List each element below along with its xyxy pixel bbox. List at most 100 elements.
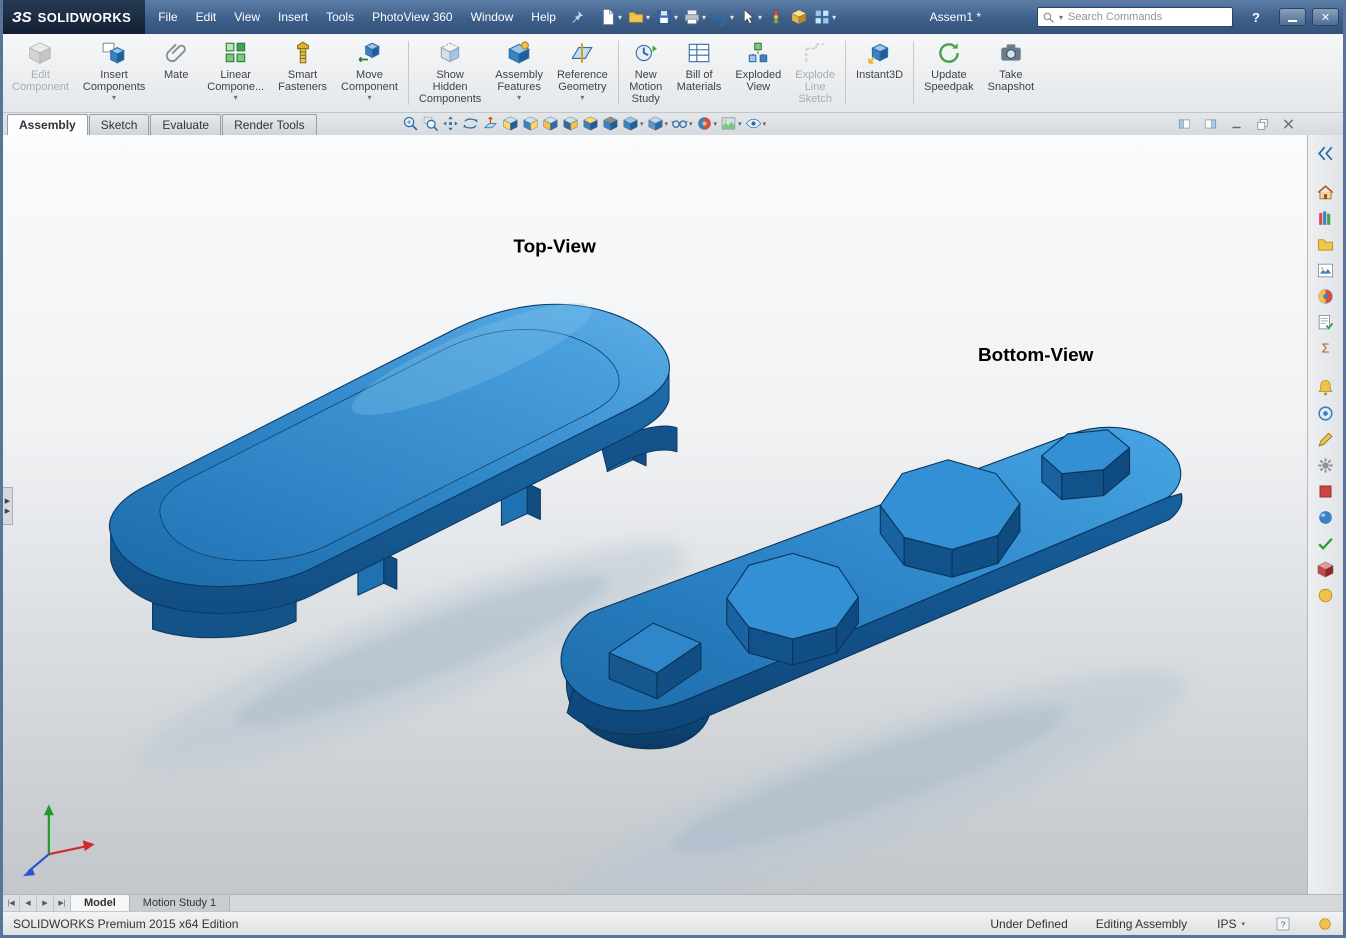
- dropdown-caret-icon[interactable]: ▾: [689, 120, 693, 128]
- double-arrow-left-button[interactable]: [1312, 141, 1340, 165]
- ribbon-button-show-hidden-components[interactable]: ShowHiddenComponents: [412, 36, 488, 110]
- home-button[interactable]: [1312, 180, 1340, 204]
- menu-window[interactable]: Window: [462, 0, 523, 34]
- undo-button[interactable]: ▾: [709, 7, 736, 27]
- menu-help[interactable]: Help: [522, 0, 565, 34]
- view-settings-grid-button[interactable]: ▾: [811, 7, 838, 27]
- search-input[interactable]: [1066, 9, 1228, 25]
- zoom-fit-button[interactable]: [401, 115, 420, 132]
- menu-edit[interactable]: Edit: [187, 0, 226, 34]
- ribbon-button-insert-components[interactable]: InsertComponents▾: [76, 36, 152, 110]
- pin-menu-icon[interactable]: [569, 9, 585, 25]
- minimize-window-button[interactable]: [1279, 8, 1306, 26]
- close-window-button[interactable]: ✕: [1312, 8, 1339, 26]
- dropdown-caret-icon[interactable]: ▾: [665, 120, 669, 128]
- units-selector[interactable]: IPS ▾: [1217, 917, 1245, 931]
- tab-motion-study-1[interactable]: Motion Study 1: [130, 895, 230, 911]
- design-library-button[interactable]: [1312, 206, 1340, 230]
- print-button[interactable]: ▾: [681, 7, 708, 27]
- dropdown-caret-icon[interactable]: ▾: [674, 13, 678, 22]
- close-doc-button[interactable]: [1280, 117, 1297, 131]
- menu-tools[interactable]: Tools: [317, 0, 363, 34]
- dropdown-caret-icon[interactable]: ▾: [763, 120, 767, 128]
- sphere-blue-button[interactable]: [1312, 505, 1340, 529]
- restore-doc-button[interactable]: [1254, 117, 1271, 131]
- appearances-button[interactable]: [1312, 284, 1340, 308]
- tab-render-tools[interactable]: Render Tools: [222, 114, 317, 135]
- dropdown-caret-icon[interactable]: ▾: [640, 120, 644, 128]
- ribbon-button-update-speedpak[interactable]: UpdateSpeedpak: [917, 36, 981, 110]
- pane-left-button[interactable]: [1176, 117, 1193, 131]
- view-settings-button[interactable]: ▾: [744, 115, 768, 132]
- normal-to-button[interactable]: [481, 115, 500, 132]
- rebuild-stoplight-button[interactable]: [765, 7, 787, 27]
- zoom-area-button[interactable]: [421, 115, 440, 132]
- 3d-scene[interactable]: Top-View Bottom-View: [3, 135, 1307, 894]
- dropdown-caret-icon[interactable]: ▾: [234, 94, 238, 102]
- view-back-button[interactable]: [521, 115, 540, 132]
- dropdown-caret-icon[interactable]: ▾: [738, 120, 742, 128]
- dropdown-caret-icon[interactable]: ▾: [112, 94, 116, 102]
- ribbon-button-bill-of-materials[interactable]: Bill ofMaterials: [670, 36, 729, 110]
- sigma-button[interactable]: Σ: [1312, 336, 1340, 360]
- help-box-icon[interactable]: ?: [1275, 916, 1291, 932]
- tab-evaluate[interactable]: Evaluate: [150, 114, 221, 135]
- dropdown-caret-icon[interactable]: ▾: [580, 94, 584, 102]
- yellow-ball-button[interactable]: [1312, 583, 1340, 607]
- custom-properties-button[interactable]: [1312, 310, 1340, 334]
- display-style-button[interactable]: ▾: [646, 115, 670, 132]
- ribbon-button-reference-geometry[interactable]: ReferenceGeometry▾: [550, 36, 615, 110]
- featuremanager-splitter[interactable]: ▶ ▶: [3, 487, 13, 525]
- pan-button[interactable]: [441, 115, 460, 132]
- view-bottom-button[interactable]: [601, 115, 620, 132]
- graphics-area[interactable]: Top-View Bottom-View ▶ ▶: [3, 135, 1307, 894]
- search-caret-icon[interactable]: ▾: [1059, 13, 1063, 22]
- view-right-button[interactable]: [561, 115, 580, 132]
- yellow-ball-icon[interactable]: [1317, 916, 1333, 932]
- rotate-view-button[interactable]: [461, 115, 480, 132]
- bell-button[interactable]: [1312, 375, 1340, 399]
- scroll-next-button[interactable]: ▶: [37, 895, 54, 911]
- dropdown-caret-icon[interactable]: ▾: [517, 94, 521, 102]
- ribbon-button-take-snapshot[interactable]: TakeSnapshot: [981, 36, 1041, 110]
- menu-insert[interactable]: Insert: [269, 0, 317, 34]
- scroll-prev-button[interactable]: ◀: [20, 895, 37, 911]
- check-button[interactable]: [1312, 531, 1340, 555]
- target-button[interactable]: [1312, 401, 1340, 425]
- menu-photoview-360[interactable]: PhotoView 360: [363, 0, 462, 34]
- ribbon-button-smart-fasteners[interactable]: SmartFasteners: [271, 36, 334, 110]
- hide-show-items-button[interactable]: ▾: [670, 115, 694, 132]
- ribbon-button-instant3d[interactable]: Instant3D: [849, 36, 910, 110]
- dropdown-caret-icon[interactable]: ▾: [367, 94, 371, 102]
- dropdown-caret-icon[interactable]: ▾: [832, 13, 836, 22]
- tab-assembly[interactable]: Assembly: [7, 114, 88, 135]
- ribbon-button-assembly-features[interactable]: AssemblyFeatures▾: [488, 36, 550, 110]
- search-icon[interactable]: [1042, 11, 1055, 24]
- ribbon-button-linear-component-pattern[interactable]: LinearCompone...▾: [200, 36, 271, 110]
- file-explorer-button[interactable]: [1312, 232, 1340, 256]
- save-button[interactable]: ▾: [653, 7, 680, 27]
- select-button[interactable]: ▾: [737, 7, 764, 27]
- view-front-button[interactable]: [501, 115, 520, 132]
- edit-appearance-button[interactable]: ▾: [695, 115, 719, 132]
- scroll-first-button[interactable]: |◀: [3, 895, 20, 911]
- view-left-button[interactable]: [541, 115, 560, 132]
- material-box-button[interactable]: [788, 7, 810, 27]
- tab-model[interactable]: Model: [71, 895, 130, 911]
- view-top-button[interactable]: [581, 115, 600, 132]
- menu-file[interactable]: File: [149, 0, 186, 34]
- ribbon-button-move-component[interactable]: MoveComponent▾: [334, 36, 405, 110]
- dropdown-caret-icon[interactable]: ▾: [646, 13, 650, 22]
- new-document-button[interactable]: ▾: [597, 7, 624, 27]
- dropdown-caret-icon[interactable]: ▾: [702, 13, 706, 22]
- pencil-button[interactable]: [1312, 427, 1340, 451]
- view-isometric-button[interactable]: ▾: [621, 115, 645, 132]
- tab-sketch[interactable]: Sketch: [89, 114, 150, 135]
- view-palette-button[interactable]: [1312, 258, 1340, 282]
- dropdown-caret-icon[interactable]: ▾: [618, 13, 622, 22]
- ribbon-button-mate[interactable]: Mate: [152, 36, 200, 110]
- ribbon-button-new-motion-study[interactable]: NewMotionStudy: [622, 36, 670, 110]
- scroll-last-button[interactable]: ▶|: [54, 895, 71, 911]
- ribbon-button-exploded-view[interactable]: ExplodedView: [728, 36, 788, 110]
- dropdown-caret-icon[interactable]: ▾: [758, 13, 762, 22]
